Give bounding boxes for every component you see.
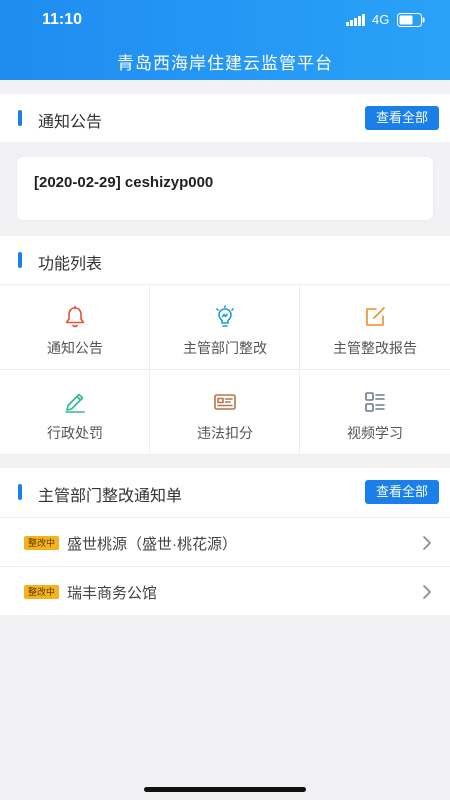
- list-item-label: 瑞丰商务公馆: [67, 585, 158, 602]
- function-notice[interactable]: 通知公告: [0, 285, 150, 370]
- function-section-title: 功能列表: [38, 256, 103, 273]
- notice-view-all-button[interactable]: 查看全部: [365, 106, 439, 130]
- function-section: 功能列表 通知公告 主管部门整改 主管整改报告 行政处罚 违法扣分 视频学习: [0, 236, 450, 455]
- lightbulb-icon: [216, 305, 234, 327]
- status-time: 11:10: [42, 11, 83, 28]
- notice-section: 通知公告 查看全部: [0, 94, 450, 142]
- function-dept-rectify[interactable]: 主管部门整改: [150, 285, 300, 370]
- function-label: 主管部门整改: [183, 340, 267, 356]
- list-grid-icon: [365, 392, 385, 412]
- function-video-learning[interactable]: 视频学习: [300, 370, 450, 455]
- list-item[interactable]: 整改中 盛世桃源（盛世·桃花源）: [0, 517, 450, 566]
- latest-notice-card[interactable]: [2020-02-29] ceshizyp000: [17, 157, 433, 220]
- edit-report-icon: [366, 307, 385, 326]
- status-badge: 整改中: [24, 585, 60, 599]
- notice-section-header: 通知公告 查看全部: [0, 94, 450, 142]
- function-admin-penalty[interactable]: 行政处罚: [0, 370, 150, 455]
- function-section-header: 功能列表: [0, 236, 450, 284]
- latest-notice-text: [2020-02-29] ceshizyp000: [34, 174, 214, 191]
- function-label: 违法扣分: [197, 425, 253, 441]
- function-label: 行政处罚: [47, 425, 103, 441]
- accent-bar: [18, 252, 22, 268]
- pencil-icon: [65, 393, 85, 413]
- home-indicator: [144, 787, 306, 792]
- list-item-label: 盛世桃源（盛世·桃花源）: [67, 536, 237, 553]
- function-violation-points[interactable]: 违法扣分: [150, 370, 300, 455]
- signal-icon: [346, 14, 365, 26]
- rectify-section: 主管部门整改通知单 查看全部 整改中 盛世桃源（盛世·桃花源） 整改中 瑞丰商务…: [0, 468, 450, 615]
- function-rectify-report[interactable]: 主管整改报告: [300, 285, 450, 370]
- chevron-right-icon: [423, 536, 431, 550]
- network-label: 4G: [372, 12, 390, 27]
- rectify-section-header: 主管部门整改通知单 查看全部: [0, 468, 450, 516]
- bell-icon: [65, 305, 85, 328]
- function-grid: 通知公告 主管部门整改 主管整改报告 行政处罚 违法扣分 视频学习: [0, 284, 450, 455]
- accent-bar: [18, 110, 22, 126]
- list-item[interactable]: 整改中 瑞丰商务公馆: [0, 566, 450, 615]
- app-title: 青岛西海岸住建云监管平台: [117, 54, 333, 73]
- status-badge: 整改中: [24, 536, 60, 550]
- function-label: 主管整改报告: [333, 340, 417, 356]
- function-label: 视频学习: [347, 425, 403, 441]
- function-label: 通知公告: [47, 340, 103, 356]
- status-bar: 11:10 4G: [0, 0, 450, 40]
- notice-section-title: 通知公告: [38, 114, 103, 131]
- rectify-view-all-button[interactable]: 查看全部: [365, 480, 439, 504]
- accent-bar: [18, 484, 22, 500]
- app-header: 11:10 4G 青岛西海岸住建云监管平台: [0, 0, 450, 80]
- battery-icon: [397, 13, 425, 27]
- id-card-icon: [214, 394, 236, 410]
- rectify-section-title: 主管部门整改通知单: [38, 488, 183, 505]
- chevron-right-icon: [423, 585, 431, 599]
